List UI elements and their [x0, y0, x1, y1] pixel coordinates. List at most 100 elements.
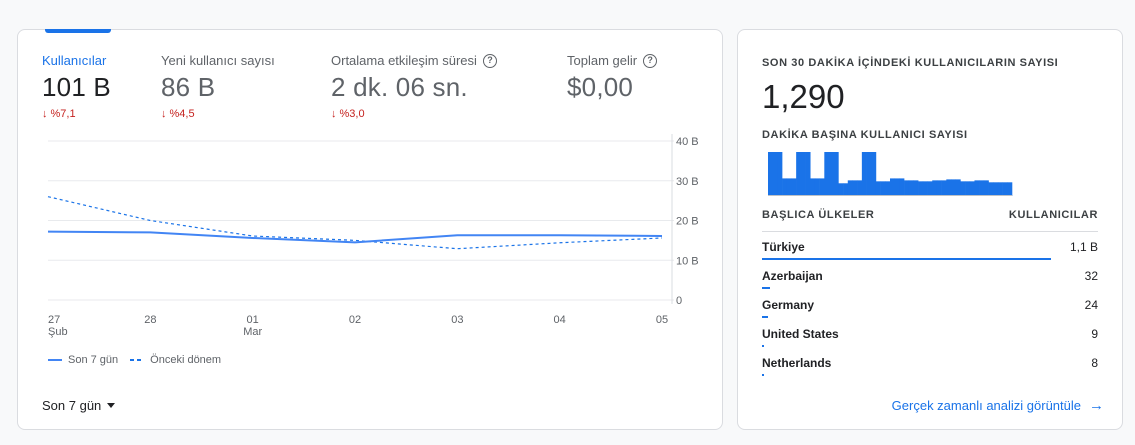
- country-name: Azerbaijan: [762, 269, 823, 283]
- minute-bar: [932, 180, 938, 196]
- help-icon[interactable]: ?: [643, 53, 658, 68]
- minute-bar: [997, 182, 1003, 196]
- metric-new-users[interactable]: Yeni kullanıcı sayısı 86 B ↓ %4,5: [161, 53, 275, 120]
- realtime-user-count: 1,290: [762, 78, 845, 115]
- minute-bar: [824, 152, 830, 196]
- help-icon[interactable]: ?: [482, 53, 497, 68]
- minute-bar: [791, 178, 797, 196]
- minute-bar: [871, 152, 877, 196]
- date-range-label: Son 7 gün: [42, 398, 102, 413]
- overview-card: Kullanıcılar 101 B ↓ %7,1 Yeni kullanıcı…: [17, 29, 723, 430]
- country-share-bar: [762, 287, 771, 289]
- minute-bar: [951, 179, 956, 196]
- date-range-dropdown[interactable]: Son 7 gün: [42, 398, 116, 413]
- minute-bar: [918, 181, 924, 196]
- metric-total-revenue[interactable]: Toplam gelir ? $0,00: [567, 53, 658, 103]
- legend-item-previous: Önceki dönem: [130, 354, 221, 366]
- minute-bar: [829, 152, 834, 196]
- legend-item-current: Son 7 gün: [48, 354, 118, 366]
- minute-bar: [810, 178, 816, 196]
- minute-bar: [993, 182, 999, 196]
- minute-bar: [913, 180, 919, 196]
- minute-bar: [805, 152, 811, 196]
- country-share-bar: [762, 374, 765, 376]
- view-realtime-label: Gerçek zamanlı analizi görüntüle: [891, 398, 1081, 413]
- legend-solid-swatch: [48, 359, 62, 361]
- minute-bar: [768, 152, 773, 196]
- y-tick-label: 10 B: [676, 255, 699, 267]
- minute-bar: [1002, 182, 1008, 196]
- arrow-right-icon: →: [1089, 397, 1104, 414]
- minute-bar: [941, 180, 947, 196]
- per-minute-bar-chart: [768, 152, 1013, 196]
- minute-bar: [885, 181, 891, 196]
- users-line-chart: 40 B 30 B 20 B 10 B 0 27Şub 28 01Mar 02 03 04 05: [47, 134, 699, 338]
- minute-bar: [852, 180, 858, 196]
- metric-total-revenue-label: Toplam gelir: [567, 53, 638, 68]
- series-line-previous: [47, 196, 663, 250]
- country-users: 24: [1084, 298, 1098, 312]
- minute-bar: [890, 178, 895, 196]
- minute-bar: [777, 152, 783, 196]
- minute-bar: [857, 180, 863, 196]
- minute-bar: [904, 180, 910, 196]
- minute-bar: [946, 179, 952, 196]
- minute-bar: [965, 181, 971, 196]
- country-users: 32: [1084, 269, 1098, 283]
- minute-bar: [969, 181, 975, 196]
- minute-bar: [927, 181, 933, 196]
- country-users: 9: [1091, 327, 1098, 341]
- view-realtime-link[interactable]: Gerçek zamanlı analizi görüntüle →: [892, 397, 1104, 414]
- realtime-card: SON 30 DAKİKA İÇİNDEKİ KULLANICILARIN SA…: [737, 29, 1123, 430]
- x-tick-label: 04: [554, 314, 566, 326]
- country-share-bar: [762, 316, 769, 318]
- x-tick-label: 28: [144, 314, 156, 326]
- legend-current-label: Son 7 gün: [68, 354, 119, 366]
- minute-bar: [782, 178, 788, 196]
- x-tick-label: 03: [451, 314, 463, 326]
- country-name: Türkiye: [762, 240, 805, 254]
- countries-table-header: BAŞLICA ÜLKELER KULLANICILAR: [762, 209, 1098, 221]
- metric-total-revenue-value: $0,00: [567, 72, 634, 102]
- minute-bar: [838, 183, 844, 196]
- country-share-bar: [762, 345, 765, 347]
- minute-bar: [955, 179, 961, 196]
- metric-users[interactable]: Kullanıcılar 101 B ↓ %7,1: [42, 53, 111, 120]
- country-share-bar: [762, 258, 1051, 260]
- arrow-down-icon: ↓: [331, 108, 337, 120]
- metric-users-label: Kullanıcılar: [42, 53, 107, 68]
- metric-engagement-time-change: ↓ %3,0: [331, 108, 497, 120]
- country-name: Germany: [762, 298, 815, 312]
- minute-bar: [983, 180, 989, 196]
- table-row: Azerbaijan 32: [762, 261, 1098, 290]
- active-tab-indicator: [45, 29, 111, 33]
- y-tick-label: 30 B: [676, 176, 699, 188]
- y-tick-label: 40 B: [676, 136, 699, 148]
- minute-bar: [866, 152, 872, 196]
- table-row: United States 9: [762, 319, 1098, 348]
- minute-bar: [833, 152, 839, 196]
- country-name: United States: [762, 327, 839, 341]
- metric-new-users-label: Yeni kullanıcı sayısı: [161, 53, 275, 68]
- metric-engagement-time-value: 2 dk. 06 sn.: [331, 72, 468, 102]
- y-tick-label: 20 B: [676, 216, 699, 228]
- y-tick-label: 0: [676, 295, 682, 307]
- minute-bar: [875, 181, 881, 196]
- minute-bar: [936, 180, 942, 196]
- minute-bar: [814, 178, 820, 196]
- minute-bar: [819, 178, 825, 196]
- metric-engagement-time[interactable]: Ortalama etkileşim süresi ? 2 dk. 06 sn.…: [331, 53, 497, 120]
- x-tick-label: 02: [349, 314, 361, 326]
- minute-bar: [861, 152, 867, 196]
- minute-bar: [988, 182, 994, 196]
- metric-new-users-change-value: %4,5: [169, 108, 195, 120]
- country-users: 8: [1091, 356, 1098, 370]
- minute-bar: [908, 180, 914, 196]
- minute-bar: [1007, 182, 1013, 196]
- x-tick-label: 27: [48, 314, 60, 326]
- country-name: Netherlands: [762, 356, 832, 370]
- minute-bar: [880, 181, 886, 196]
- minute-bar: [974, 180, 980, 196]
- minute-bar: [894, 178, 900, 196]
- metric-users-change-value: %7,1: [50, 108, 76, 120]
